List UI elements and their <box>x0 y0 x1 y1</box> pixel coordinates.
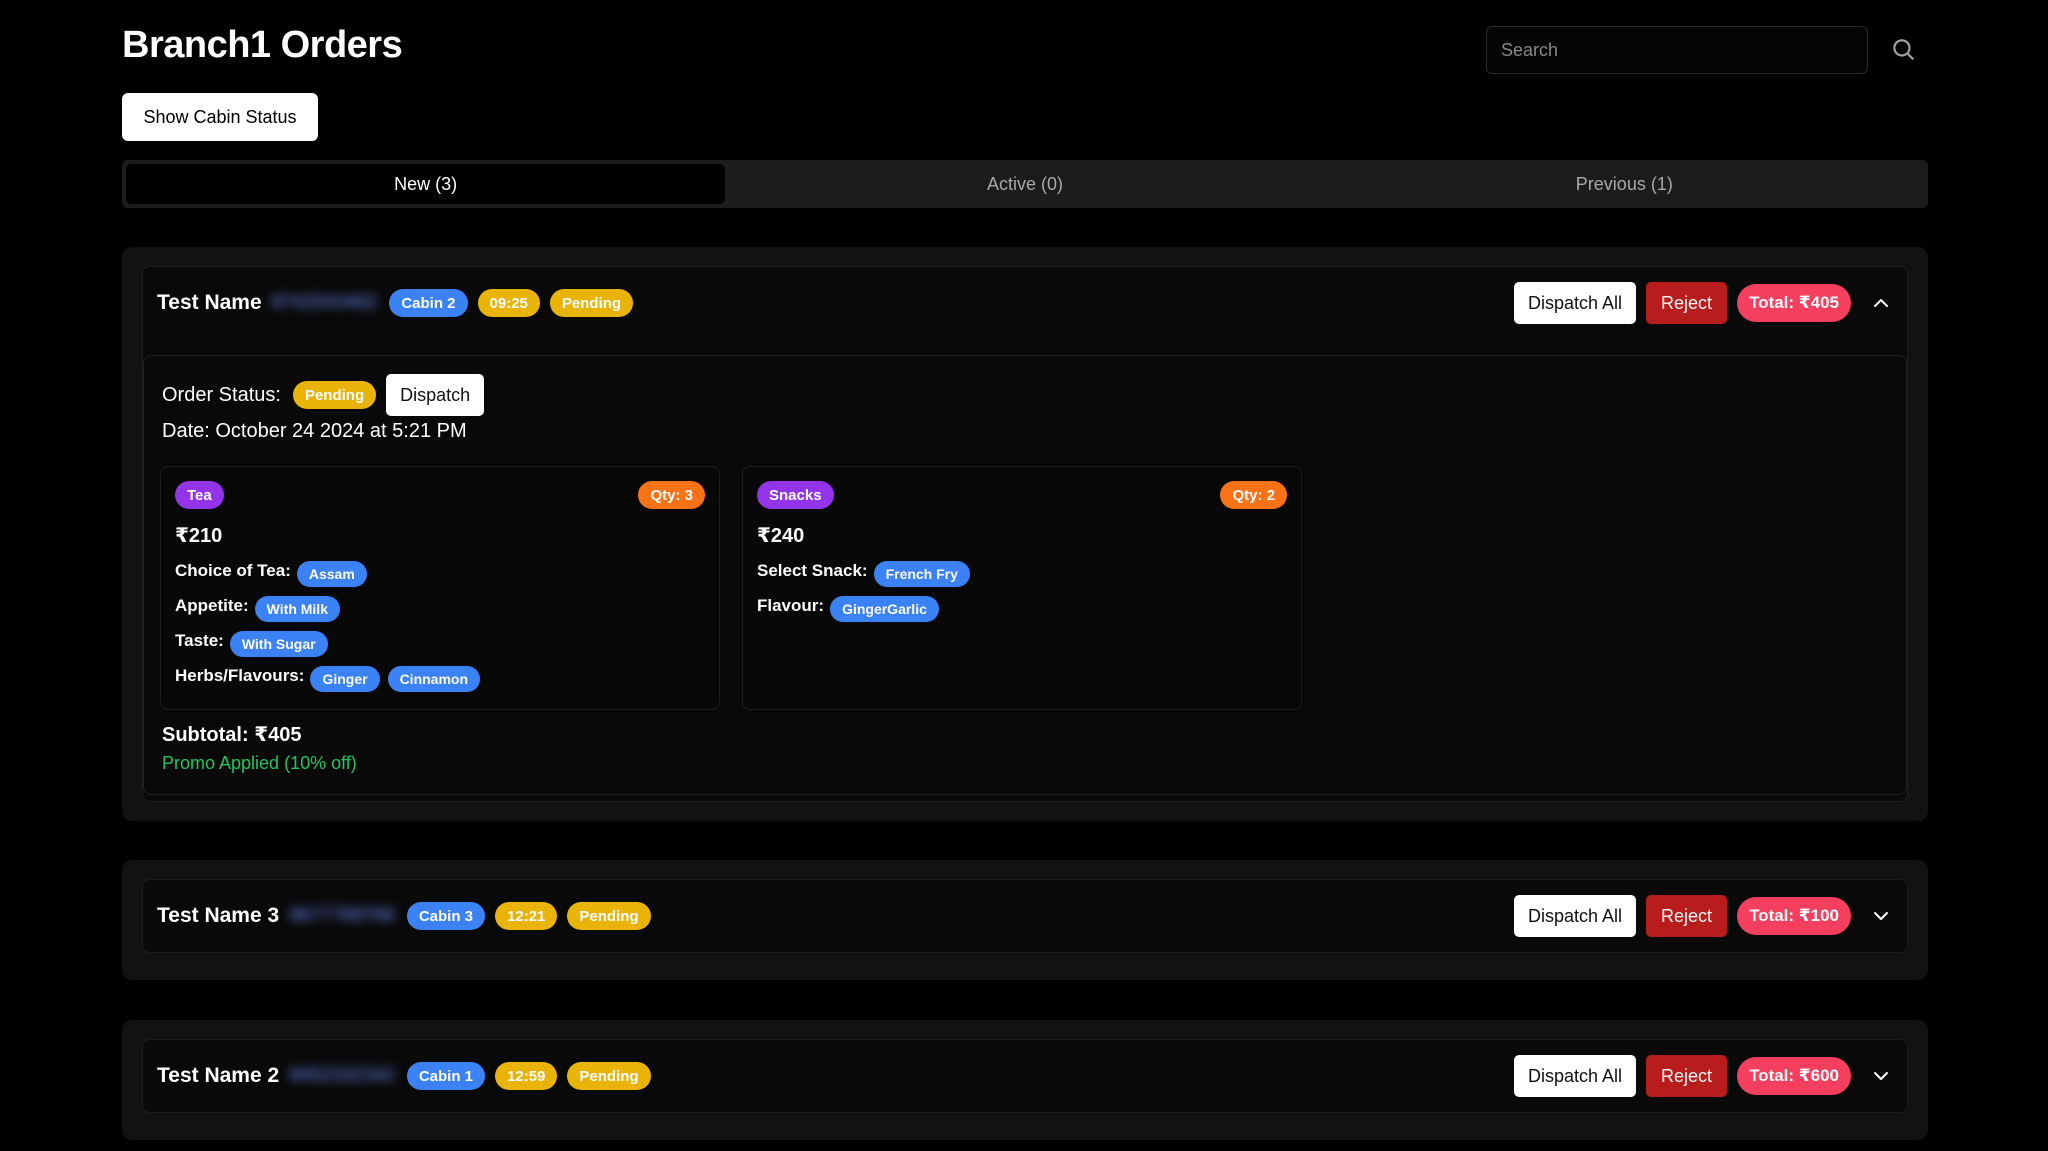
order-actions: Dispatch All Reject Total: ₹405 <box>1513 282 1893 324</box>
customer-name: Test Name 3 <box>157 904 280 927</box>
promo-text: Promo Applied (10% off) <box>162 753 357 773</box>
category-badge: Snacks <box>757 481 834 509</box>
dispatch-all-button[interactable]: Dispatch All <box>1513 895 1637 937</box>
time-badge: 12:59 <box>495 1062 558 1090</box>
cabin-badge: Cabin 2 <box>389 289 468 317</box>
cabin-badge: Cabin 3 <box>406 902 486 930</box>
option-value: Assam <box>296 561 367 587</box>
item-card: Snacks Qty: 2 ₹240 Select Snack: French … <box>742 466 1302 710</box>
item-price: ₹210 <box>175 525 223 547</box>
subtotal: Subtotal: ₹405 <box>162 724 302 746</box>
order-status-row: Order Status: Pending Dispatch <box>162 374 485 416</box>
item-card: Tea Qty: 3 ₹210 Choice of Tea: Assam App… <box>160 466 720 710</box>
option-value: With Sugar <box>229 631 328 657</box>
order-header[interactable]: Test Name 8742543462 Cabin 2 09:25 Pendi… <box>143 267 1907 339</box>
order-actions: Dispatch All Reject Total: ₹100 <box>1513 895 1893 937</box>
option-label: Herbs/Flavours: <box>175 666 305 685</box>
reject-button[interactable]: Reject <box>1646 282 1728 324</box>
option-label: Select Snack: <box>757 561 868 580</box>
status-badge: Pending <box>549 289 634 317</box>
chevron-down-icon[interactable] <box>1869 1064 1893 1088</box>
option-value: Cinnamon <box>387 666 481 692</box>
dispatch-all-button[interactable]: Dispatch All <box>1513 1055 1637 1097</box>
order-header[interactable]: Test Name 2 9452332342 Cabin 1 12:59 Pen… <box>143 1040 1907 1112</box>
customer-name: Test Name 2 <box>157 1064 280 1087</box>
tab-active[interactable]: Active (0) <box>725 164 1324 204</box>
order-actions: Dispatch All Reject Total: ₹600 <box>1513 1055 1893 1097</box>
order-card: Test Name 2 9452332342 Cabin 1 12:59 Pen… <box>142 1039 1908 1113</box>
total-badge: Total: ₹100 <box>1737 897 1851 935</box>
order-detail: Order Status: Pending Dispatch Date: Oct… <box>143 355 1907 795</box>
order-group: Test Name 3 9677789766 Cabin 3 12:21 Pen… <box>122 860 1928 980</box>
order-header[interactable]: Test Name 3 9677789766 Cabin 3 12:21 Pen… <box>143 880 1907 952</box>
qty-badge: Qty: 3 <box>638 481 705 509</box>
customer-name: Test Name <box>157 291 262 314</box>
dispatch-button[interactable]: Dispatch <box>386 374 485 416</box>
cabin-badge: Cabin 1 <box>406 1062 486 1090</box>
order-date: Date: October 24 2024 at 5:21 PM <box>162 420 467 442</box>
time-badge: 09:25 <box>477 289 540 317</box>
item-price: ₹240 <box>757 525 805 547</box>
search-icon[interactable] <box>1890 36 1916 62</box>
option-value: French Fry <box>873 561 970 587</box>
order-card: Test Name 3 9677789766 Cabin 3 12:21 Pen… <box>142 879 1908 953</box>
qty-badge: Qty: 2 <box>1220 481 1287 509</box>
option-row: Herbs/Flavours: Ginger Cinnamon <box>175 666 488 692</box>
option-row: Choice of Tea: Assam <box>175 561 375 587</box>
option-label: Appetite: <box>175 596 249 615</box>
option-label: Choice of Tea: <box>175 561 291 580</box>
reject-button[interactable]: Reject <box>1646 895 1728 937</box>
customer-phone: 9677789766 <box>289 905 395 926</box>
customer-phone: 9452332342 <box>289 1065 395 1086</box>
page-title: Branch1 Orders <box>122 24 403 66</box>
order-status-label: Order Status: <box>162 383 281 406</box>
status-badge: Pending <box>567 902 651 930</box>
order-group: Test Name 8742543462 Cabin 2 09:25 Pendi… <box>122 247 1928 821</box>
status-badge: Pending <box>567 1062 651 1090</box>
order-status-badge: Pending <box>292 381 377 409</box>
order-tabs: New (3) Active (0) Previous (1) <box>122 160 1928 208</box>
option-row: Flavour: GingerGarlic <box>757 596 947 622</box>
order-group: Test Name 2 9452332342 Cabin 1 12:59 Pen… <box>122 1020 1928 1140</box>
option-row: Select Snack: French Fry <box>757 561 978 587</box>
option-row: Taste: With Sugar <box>175 631 336 657</box>
total-badge: Total: ₹405 <box>1737 284 1851 322</box>
option-value: GingerGarlic <box>830 596 939 622</box>
reject-button[interactable]: Reject <box>1646 1055 1728 1097</box>
option-value: With Milk <box>254 596 340 622</box>
show-cabin-status-button[interactable]: Show Cabin Status <box>122 93 318 141</box>
tab-previous[interactable]: Previous (1) <box>1325 164 1924 204</box>
option-value: Ginger <box>310 666 380 692</box>
order-card: Test Name 8742543462 Cabin 2 09:25 Pendi… <box>142 266 1908 802</box>
total-badge: Total: ₹600 <box>1737 1057 1851 1095</box>
search-input[interactable] <box>1486 26 1868 74</box>
option-row: Appetite: With Milk <box>175 596 348 622</box>
option-label: Taste: <box>175 631 224 650</box>
customer-phone: 8742543462 <box>271 292 378 313</box>
time-badge: 12:21 <box>495 902 558 930</box>
chevron-down-icon[interactable] <box>1869 904 1893 928</box>
category-badge: Tea <box>175 481 224 509</box>
chevron-up-icon[interactable] <box>1869 291 1893 315</box>
option-label: Flavour: <box>757 596 825 615</box>
dispatch-all-button[interactable]: Dispatch All <box>1513 282 1637 324</box>
tab-new[interactable]: New (3) <box>126 164 726 204</box>
